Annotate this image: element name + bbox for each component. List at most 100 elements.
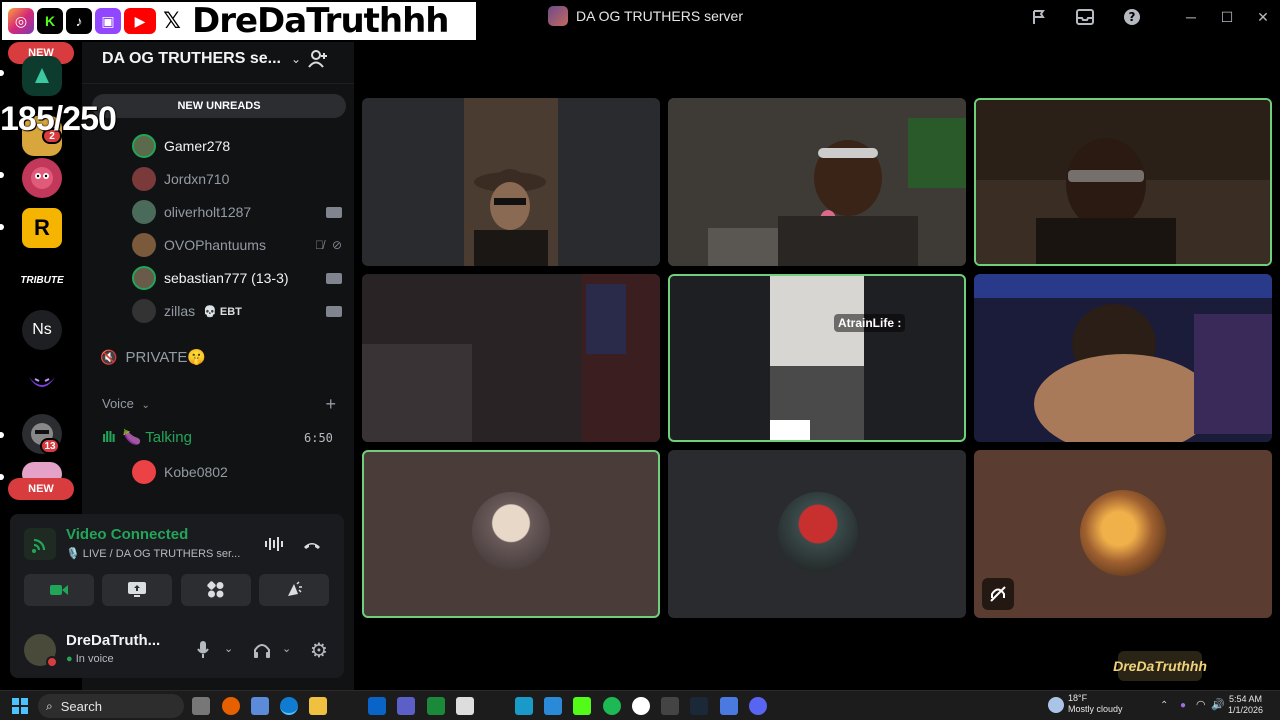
member-row-3[interactable]: oliverholt1287 (132, 199, 342, 225)
kick-icon[interactable] (573, 697, 591, 715)
dnd-status-icon (46, 656, 58, 668)
server-icon-purple[interactable] (22, 362, 62, 402)
system-clock[interactable]: 5:54 AM 1/1/2026 (1228, 694, 1263, 716)
mic-options-chevron-icon[interactable]: ⌄ (224, 642, 233, 655)
invite-icon[interactable] (308, 49, 328, 74)
edge-icon[interactable] (280, 697, 298, 715)
app-icon[interactable] (456, 697, 474, 715)
video-camera-icon (326, 206, 342, 218)
video-tile-5[interactable]: AtrainLife : (668, 274, 966, 442)
obs-icon[interactable] (632, 697, 650, 715)
video-tile-9[interactable] (974, 450, 1272, 618)
voice-member-row[interactable]: Kobe0802 (132, 459, 342, 485)
tribute-server-icon[interactable]: TRIBUTE (20, 260, 64, 300)
video-tile-4[interactable] (362, 274, 660, 442)
voice-category[interactable]: Voice ⌄ (102, 396, 150, 411)
video-tile-1[interactable] (362, 98, 660, 266)
chevron-up-icon[interactable]: ⌃ (1160, 700, 1168, 711)
disconnect-icon[interactable] (302, 538, 322, 556)
streamer-handle: DreDaTruthhh (192, 1, 450, 41)
app-icon[interactable] (544, 697, 562, 715)
voice-timer: 6:50 (304, 431, 333, 445)
user-panel: DreDaTruth... ● In voice ⌄ ⌄ ⚙ (24, 632, 334, 672)
video-feed (976, 100, 1270, 264)
audio-options-chevron-icon[interactable]: ⌄ (282, 642, 291, 655)
app-icon[interactable] (515, 697, 533, 715)
add-channel-icon[interactable]: + (325, 394, 336, 415)
video-tile-7[interactable] (362, 450, 660, 618)
flag-icon[interactable] (1028, 6, 1050, 28)
avatar (132, 134, 156, 158)
discord-avatar-icon (132, 460, 156, 484)
voice-channel-path[interactable]: 🎙️ LIVE / DA OG TRUTHERS ser... (66, 547, 240, 560)
server-icon-3[interactable] (22, 158, 62, 198)
video-tile-8[interactable] (668, 450, 966, 618)
help-icon[interactable]: ? (1121, 6, 1143, 28)
video-tile-6[interactable] (974, 274, 1272, 442)
weather-widget[interactable]: 18°F Mostly cloudy (1068, 693, 1123, 715)
teams-icon[interactable] (397, 697, 415, 715)
microphone-icon[interactable] (196, 640, 210, 665)
file-explorer-icon[interactable] (309, 697, 327, 715)
voice-connection-panel: Video Connected 🎙️ LIVE / DA OG TRUTHERS… (10, 514, 344, 678)
close-button[interactable]: ✕ (1252, 6, 1274, 28)
category-label: Voice (102, 396, 134, 411)
inbox-icon[interactable] (1074, 6, 1096, 28)
voice-status[interactable]: Video Connected (66, 526, 188, 543)
noise-suppression-icon[interactable] (264, 536, 284, 557)
voice-activity-icon: ıllı (102, 428, 116, 446)
discord-icon[interactable] (749, 697, 767, 715)
tray-app-icon[interactable]: ● (1180, 700, 1186, 711)
server-icon-1[interactable] (22, 56, 62, 96)
steam-icon[interactable] (690, 697, 708, 715)
member-row-1[interactable]: Gamer278 (132, 133, 342, 159)
firefox-icon[interactable] (222, 697, 240, 715)
taskbar: ⌕ Search 18°F Mostly cloudy ⌃ ● ◠ 🔊 5:54… (0, 690, 1280, 720)
ns-server-icon[interactable]: Ns (22, 310, 62, 350)
user-name[interactable]: DreDaTruth... (66, 632, 160, 649)
copilot-icon[interactable] (251, 697, 269, 715)
video-tile-3[interactable] (974, 98, 1272, 266)
signal-icon[interactable] (24, 528, 56, 560)
wifi-icon[interactable]: ◠ (1196, 698, 1206, 711)
server-name: DA OG TRUTHERS se... (102, 49, 281, 67)
video-tile-2[interactable] (668, 98, 966, 266)
new-unreads-banner[interactable]: NEW UNREADS (92, 94, 346, 118)
user-status: ● In voice (66, 653, 114, 665)
avatar (132, 233, 156, 257)
activities-button[interactable] (181, 574, 251, 606)
volume-icon[interactable]: 🔊 (1211, 698, 1225, 711)
avatar (472, 492, 550, 570)
video-feed (362, 274, 660, 442)
channel-talking[interactable]: ıllı 🍆 Talking (102, 428, 192, 447)
task-view-icon[interactable] (192, 697, 210, 715)
app-icon[interactable] (661, 697, 679, 715)
member-row-2[interactable]: Jordxn710 (132, 166, 342, 192)
taskbar-search[interactable]: ⌕ Search (38, 694, 184, 718)
windows-start-icon[interactable] (12, 698, 28, 719)
soundboard-button[interactable] (259, 574, 329, 606)
video-feed (464, 98, 558, 266)
channel-private[interactable]: 🔇 PRIVATE🤫 (100, 348, 206, 367)
participant-name: AtrainLife : (834, 314, 906, 332)
member-row-6[interactable]: zillas 💀 EBT (132, 298, 342, 324)
rockstar-server-icon[interactable]: R (22, 208, 62, 248)
camera-button[interactable] (24, 574, 94, 606)
member-row-4[interactable]: OVOPhantuums 🎙̸ ⊘ (132, 232, 342, 258)
svg-text:?: ? (1129, 10, 1136, 24)
maximize-button[interactable]: ☐ (1216, 6, 1238, 28)
minimize-button[interactable]: ─ (1180, 6, 1202, 28)
weather-desc: Mostly cloudy (1068, 704, 1123, 714)
member-row-5[interactable]: sebastian777 (13-3) (132, 265, 342, 291)
deafened-icon (982, 578, 1014, 610)
spotify-icon[interactable] (603, 697, 621, 715)
xbox-icon[interactable] (427, 697, 445, 715)
outlook-icon[interactable] (368, 697, 386, 715)
settings-gear-icon[interactable]: ⚙ (310, 638, 328, 663)
viewer-count-overlay: 185/250 (0, 100, 117, 138)
avatar (132, 266, 156, 290)
new-indicator-bottom[interactable]: NEW (8, 478, 74, 500)
headphones-icon[interactable] (252, 640, 272, 665)
app-icon[interactable] (720, 697, 738, 715)
screen-share-button[interactable] (102, 574, 172, 606)
